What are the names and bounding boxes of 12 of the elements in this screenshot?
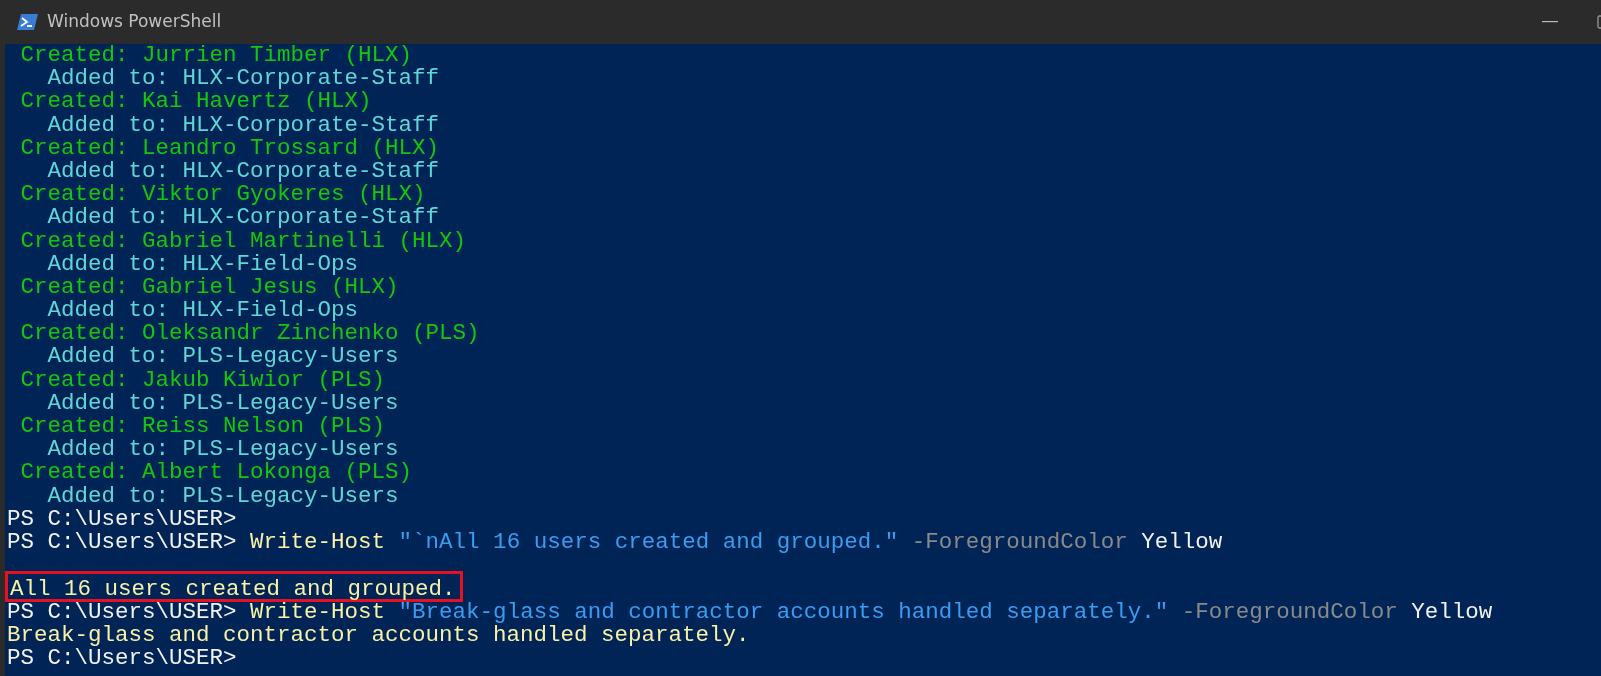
cmdlet-text: Write-Host (250, 528, 386, 555)
output-line: Created: Jurrien Timber (HLX) (19, 44, 413, 68)
minimize-icon (1542, 21, 1558, 23)
window-title: Windows PowerShell (47, 10, 222, 34)
parameter-name: -ForegroundColor (1181, 598, 1398, 625)
string-argument: "`nAll 16 users created and grouped." (398, 528, 899, 555)
parameter-value: Yellow (1141, 528, 1223, 555)
terminal-prompt-icon (17, 13, 39, 31)
maximize-icon (1597, 15, 1601, 29)
parameter-value: Yellow (1411, 598, 1493, 625)
parameter-name: -ForegroundColor (911, 528, 1128, 555)
output-line: Created: Reiss Nelson (PLS) (19, 413, 386, 439)
